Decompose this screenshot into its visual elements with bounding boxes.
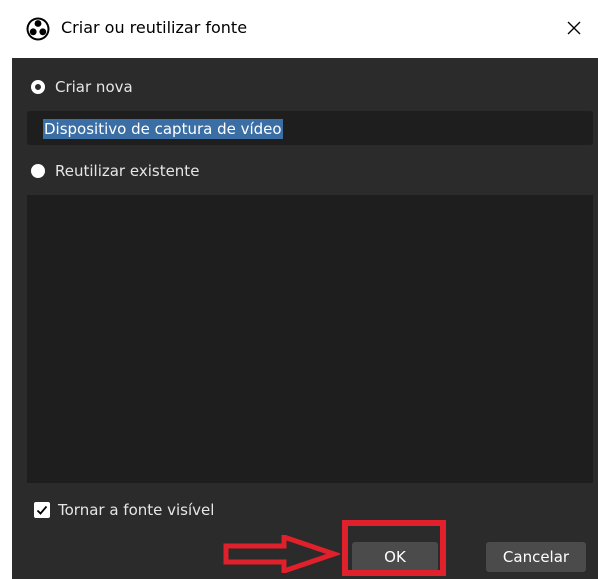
existing-sources-list[interactable] xyxy=(27,195,593,483)
close-button[interactable] xyxy=(558,12,590,44)
title-bar: Criar ou reutilizar fonte xyxy=(0,0,598,58)
reuse-existing-option[interactable]: Reutilizar existente xyxy=(31,162,199,180)
create-new-radio[interactable] xyxy=(31,80,45,94)
window-title: Criar ou reutilizar fonte xyxy=(61,18,248,37)
close-icon xyxy=(567,21,581,35)
make-visible-label: Tornar a fonte visível xyxy=(58,501,215,519)
create-new-option[interactable]: Criar nova xyxy=(31,78,133,96)
make-visible-checkbox[interactable] xyxy=(34,502,50,518)
dialog-body: Criar nova Dispositivo de captura de víd… xyxy=(12,58,598,579)
source-name-input[interactable]: Dispositivo de captura de vídeo xyxy=(27,111,593,145)
cancel-button[interactable]: Cancelar xyxy=(486,542,586,572)
reuse-existing-radio[interactable] xyxy=(31,164,45,178)
checkmark-icon xyxy=(36,505,48,515)
annotation-highlight-box xyxy=(342,520,446,576)
reuse-existing-label: Reutilizar existente xyxy=(55,162,200,180)
source-name-value: Dispositivo de captura de vídeo xyxy=(43,119,283,139)
right-arrow-icon xyxy=(223,535,340,573)
create-new-label: Criar nova xyxy=(55,78,133,96)
make-visible-option[interactable]: Tornar a fonte visível xyxy=(34,501,214,519)
obs-logo-icon xyxy=(26,17,50,41)
